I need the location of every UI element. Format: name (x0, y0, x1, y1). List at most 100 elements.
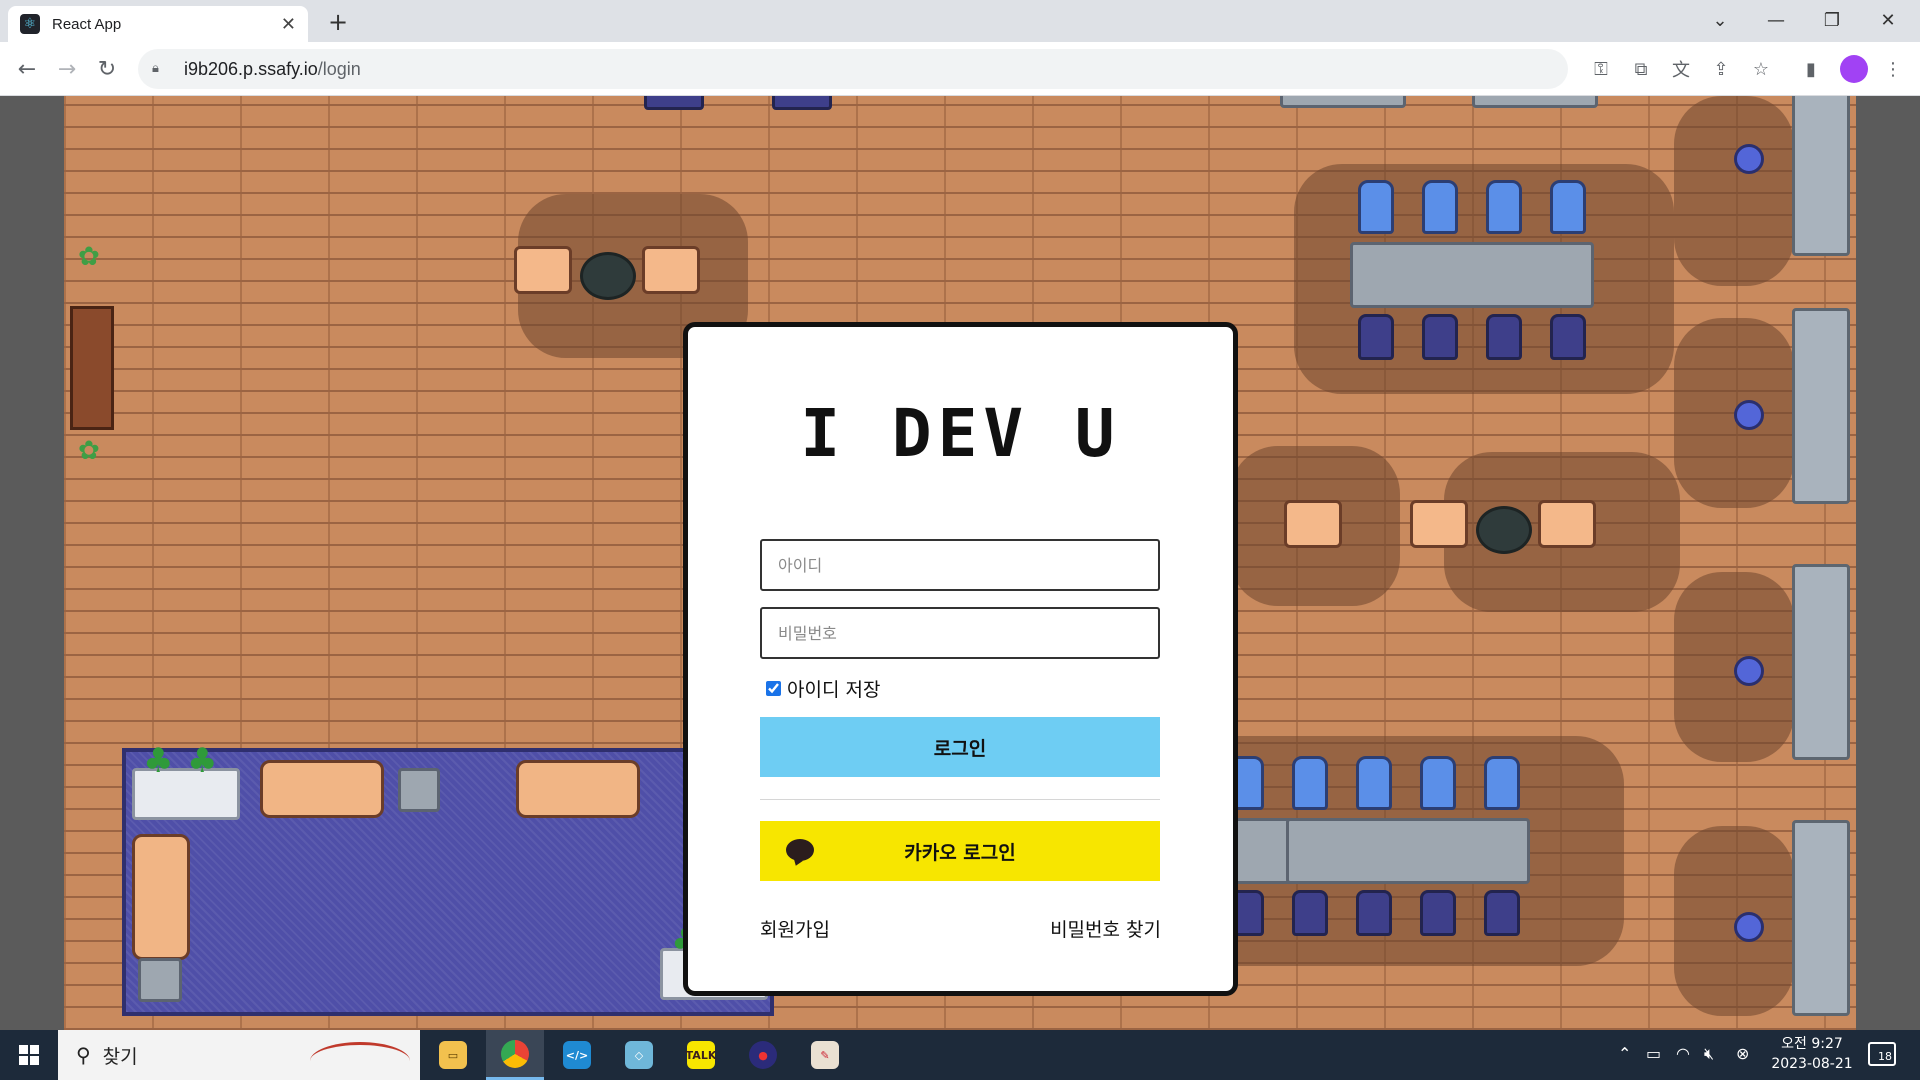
page-viewport: ✿ ✿ ♣ ♣ I DEV U 아이디 아이디 저장 로그인 카카오 로그인 회… (0, 96, 1920, 1030)
battery-icon[interactable]: ▭ (1646, 1044, 1661, 1063)
profile-avatar[interactable] (1840, 55, 1868, 83)
map-chair (1550, 314, 1586, 360)
search-icon: ⚲ (76, 1043, 91, 1067)
map-shadow (1674, 96, 1794, 286)
translate-icon[interactable]: 文 (1668, 56, 1694, 82)
windows-icon[interactable] (0, 1030, 58, 1080)
id-input[interactable] (760, 539, 1160, 591)
map-chair (1484, 890, 1520, 936)
url-host: i9b206.p.ssafy.io (184, 58, 318, 79)
map-conference-table (1350, 242, 1594, 308)
save-id-row[interactable]: 아이디 저장 (766, 675, 880, 702)
share-icon[interactable]: ⇪ (1708, 56, 1734, 82)
tab-react-app[interactable]: ⚛ React App ✕ (8, 6, 308, 42)
paint-icon[interactable]: ✎ (796, 1030, 854, 1080)
notepad-icon[interactable]: ◇ (610, 1030, 668, 1080)
clock-time: 오전 9:27 (1781, 1036, 1843, 1052)
divider (760, 799, 1160, 800)
map-armchair (1284, 500, 1342, 548)
url-path: /login (317, 58, 361, 79)
react-icon: ⚛ (20, 14, 40, 34)
map-rug: ♣♣ ♣♣ (122, 741, 774, 1016)
map-desk (1792, 308, 1850, 504)
map-chair (1358, 314, 1394, 360)
ime-icon[interactable]: ⊗ (1736, 1044, 1749, 1063)
map-sofa (516, 760, 640, 818)
map-chair (1486, 314, 1522, 360)
map-chair (1422, 180, 1458, 234)
map-round-table (1476, 506, 1532, 554)
save-id-label: 아이디 저장 (787, 679, 881, 701)
search-highlight-bridge-icon (310, 1042, 410, 1080)
taskbar-search[interactable]: ⚲ 찾기 (58, 1030, 420, 1080)
notification-count: 18 (1878, 1050, 1892, 1063)
map-chair (1486, 180, 1522, 234)
map-chair (1358, 180, 1394, 234)
tab-search-chevron-icon[interactable]: ⌄ (1692, 0, 1748, 40)
minimize-button[interactable]: — (1748, 0, 1804, 40)
address-bar[interactable]: 🔒︎ i9b206.p.ssafy.io/login (138, 49, 1568, 89)
menu-icon[interactable]: ⋮ (1880, 56, 1906, 82)
map-office-chair (1734, 400, 1764, 430)
wifi-icon[interactable]: ◠ (1676, 1044, 1690, 1063)
open-external-icon[interactable]: ⧉ (1628, 56, 1654, 82)
notification-icon[interactable]: 18 (1868, 1042, 1896, 1066)
sidepanel-icon[interactable]: ▮ (1798, 56, 1824, 82)
close-window-button[interactable]: ✕ (1860, 0, 1916, 40)
map-chair (1484, 756, 1520, 810)
system-clock[interactable]: 오전 9:27 2023-08-21 (1764, 1034, 1860, 1074)
map-bench (70, 306, 114, 430)
maximize-button[interactable]: ❐ (1804, 0, 1860, 40)
lock-icon[interactable]: 🔒︎ (152, 61, 168, 77)
map-side-table (398, 768, 440, 812)
map-chair (1550, 180, 1586, 234)
login-modal: I DEV U 아이디 저장 로그인 카카오 로그인 회원가입 비밀번호 찾기 (683, 322, 1238, 996)
key-icon[interactable]: ⚿ (1588, 56, 1614, 82)
map-sofa (260, 760, 384, 818)
chrome-icon[interactable] (486, 1030, 544, 1080)
kakaotalk-icon[interactable]: TALK (672, 1030, 730, 1080)
reload-icon[interactable]: ↻ (92, 54, 122, 84)
map-chair (1356, 890, 1392, 936)
map-chair (1420, 890, 1456, 936)
map-armchair (1538, 500, 1596, 548)
map-office-chair (1734, 912, 1764, 942)
taskbar-search-text: 찾기 (102, 1045, 138, 1068)
app-logo: I DEV U (800, 395, 1121, 472)
star-icon[interactable]: ☆ (1748, 56, 1774, 82)
browser-toolbar: ← → ↻ 🔒︎ i9b206.p.ssafy.io/login ⚿ ⧉ 文 ⇪… (0, 42, 1920, 96)
map-armchair (1410, 500, 1468, 548)
url-text: i9b206.p.ssafy.io/login (184, 59, 361, 80)
map-chair (1292, 756, 1328, 810)
map-round-table (580, 252, 636, 300)
save-id-checkbox[interactable] (766, 681, 781, 696)
file-explorer-icon[interactable]: ▭ (424, 1030, 482, 1080)
password-input[interactable] (760, 607, 1160, 659)
back-icon[interactable]: ← (12, 54, 42, 84)
kakao-login-label: 카카오 로그인 (904, 841, 1016, 864)
map-desk (1792, 96, 1850, 256)
map-office-chair (1734, 144, 1764, 174)
volume-muted-icon[interactable]: 🔇︎ (1704, 1044, 1714, 1064)
map-sofa (132, 834, 190, 960)
chevron-up-icon[interactable]: ⌃ (1618, 1044, 1631, 1063)
kakao-chat-icon (786, 839, 814, 861)
kakao-login-button[interactable]: 카카오 로그인 (760, 821, 1160, 881)
map-chair (1292, 890, 1328, 936)
tab-title: React App (52, 15, 122, 33)
map-conference-table (1286, 818, 1530, 884)
app-icon[interactable]: ● (734, 1030, 792, 1080)
map-shelf (1280, 96, 1406, 108)
find-password-link[interactable]: 비밀번호 찾기 (1050, 915, 1161, 942)
map-desk (1792, 564, 1850, 760)
clock-date: 2023-08-21 (1771, 1056, 1853, 1072)
close-icon[interactable]: ✕ (281, 14, 296, 35)
forward-icon[interactable]: → (52, 54, 82, 84)
vscode-icon[interactable]: </> (548, 1030, 606, 1080)
plus-icon[interactable]: + (322, 8, 354, 36)
map-plant: ✿ (78, 436, 100, 466)
map-chair (1422, 314, 1458, 360)
login-button[interactable]: 로그인 (760, 717, 1160, 777)
signup-link[interactable]: 회원가입 (760, 915, 830, 942)
map-desk (1792, 820, 1850, 1016)
